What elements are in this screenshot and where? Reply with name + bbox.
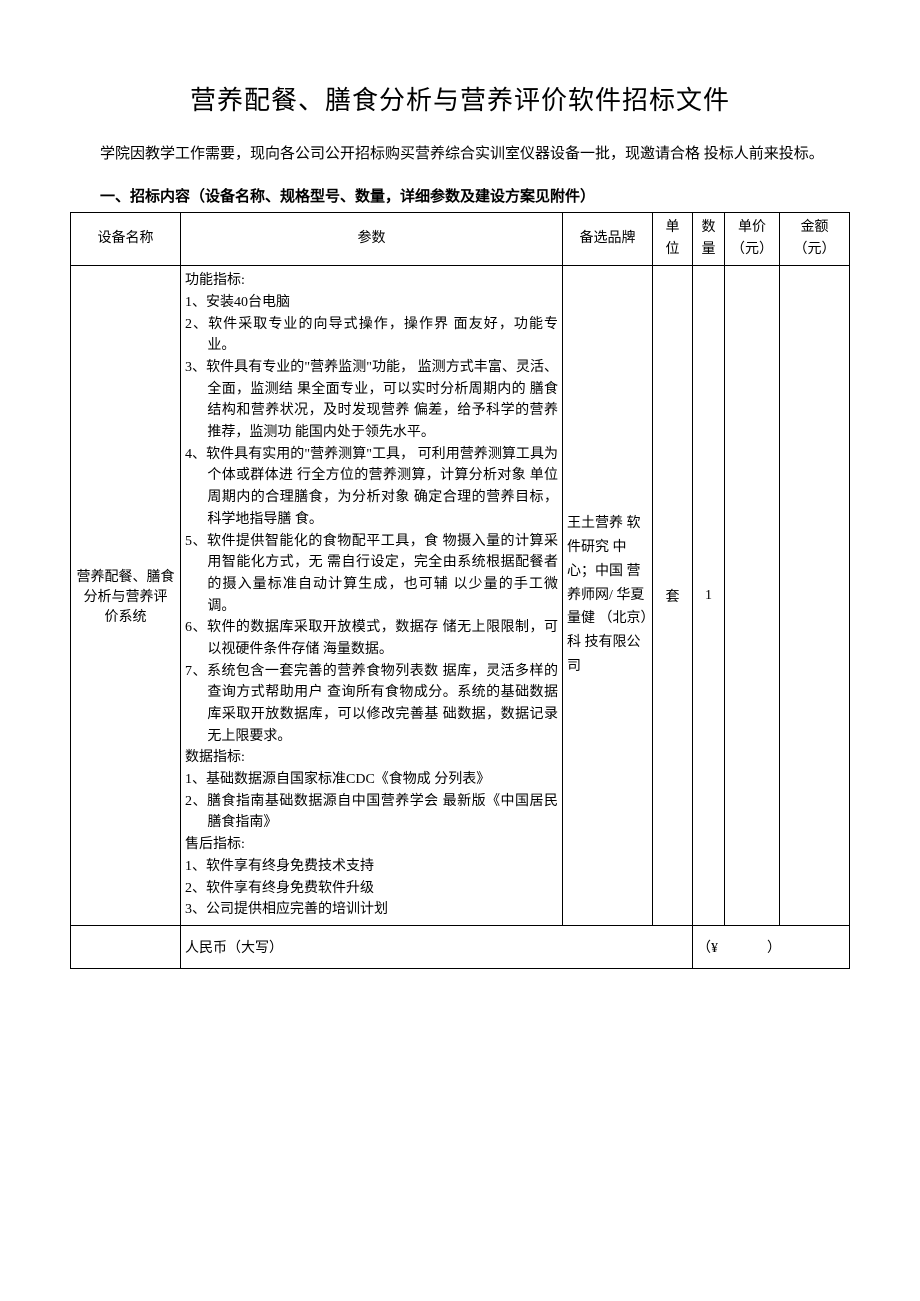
section-heading: 一、招标内容（设备名称、规格型号、数量，详细参数及建设方案见附件） <box>70 185 850 206</box>
footer-yen-prefix: （¥ <box>697 941 718 956</box>
intro-paragraph: 学院因教学工作需要，现向各公司公开招标购买营养综合实训室仪器设备一批，现邀请合格… <box>70 139 850 171</box>
table-header-row: 设备名称 参数 备选品牌 单 位 数 量 单价 （元） 金额 （元） <box>71 212 850 266</box>
cell-brand: 王土营养 软件研究 中心；中国 营养师网/ 华夏量健 （北京）科 技有限公司 <box>563 266 653 926</box>
func-item: 2、软件采取专业的向导式操作，操作界 面友好，功能专业。 <box>185 314 558 357</box>
func-item: 5、软件提供智能化的食物配平工具，食 物摄入量的计算采用智能化方式，无 需自行设… <box>185 531 558 618</box>
document-title: 营养配餐、膳食分析与营养评价软件招标文件 <box>70 80 850 117</box>
cell-qty: 1 <box>693 266 725 926</box>
footer-empty <box>71 925 181 968</box>
col-header-params: 参数 <box>181 212 563 266</box>
col-header-amount: 金额 （元） <box>780 212 850 266</box>
after-item: 1、软件享有终身免费技术支持 <box>185 856 558 878</box>
cell-parameters: 功能指标: 1、安装40台电脑 2、软件采取专业的向导式操作，操作界 面友好，功… <box>181 266 563 926</box>
cell-price <box>725 266 780 926</box>
func-item: 6、软件的数据库采取开放模式，数据存 储无上限限制，可以视硬件条件存储 海量数据… <box>185 617 558 660</box>
func-item: 1、安装40台电脑 <box>185 292 558 314</box>
footer-yen-cell: （¥ ） <box>693 925 850 968</box>
footer-rmb-cell: 人民币（大写） <box>181 925 693 968</box>
col-header-qty: 数 量 <box>693 212 725 266</box>
col-header-unit: 单 位 <box>653 212 693 266</box>
func-item: 4、软件具有实用的"营养测算"工具， 可利用营养测算工具为个体或群体进 行全方位… <box>185 444 558 531</box>
after-item: 2、软件享有终身免费软件升级 <box>185 878 558 900</box>
col-header-name: 设备名称 <box>71 212 181 266</box>
after-label: 售后指标: <box>185 834 558 856</box>
func-item: 3、软件具有专业的"营养监测"功能， 监测方式丰富、灵活、全面，监测结 果全面专… <box>185 357 558 444</box>
cell-amount <box>780 266 850 926</box>
col-header-price: 单价 （元） <box>725 212 780 266</box>
func-item: 7、系统包含一套完善的营养食物列表数 据库，灵活多样的查询方式帮助用户 查询所有… <box>185 661 558 748</box>
data-item: 1、基础数据源自国家标准CDC《食物成 分列表》 <box>185 769 558 791</box>
footer-yen-suffix: ） <box>767 941 781 956</box>
data-label: 数据指标: <box>185 747 558 769</box>
cell-unit: 套 <box>653 266 693 926</box>
footer-rmb-label: 人民币（大写） <box>185 941 283 956</box>
cell-device-name: 营养配餐、膳食分析与营养评 价系统 <box>71 266 181 926</box>
table-row: 营养配餐、膳食分析与营养评 价系统 功能指标: 1、安装40台电脑 2、软件采取… <box>71 266 850 926</box>
table-footer-row: 人民币（大写） （¥ ） <box>71 925 850 968</box>
tender-table: 设备名称 参数 备选品牌 单 位 数 量 单价 （元） 金额 （元） 营养配餐、… <box>70 212 850 969</box>
document-page: 营养配餐、膳食分析与营养评价软件招标文件 学院因教学工作需要，现向各公司公开招标… <box>0 0 920 1301</box>
footer-yen-gap <box>722 941 764 956</box>
data-item: 2、膳食指南基础数据源自中国营养学会 最新版《中国居民膳食指南》 <box>185 791 558 834</box>
col-header-brand: 备选品牌 <box>563 212 653 266</box>
after-item: 3、公司提供相应完善的培训计划 <box>185 899 558 921</box>
func-label: 功能指标: <box>185 270 558 292</box>
